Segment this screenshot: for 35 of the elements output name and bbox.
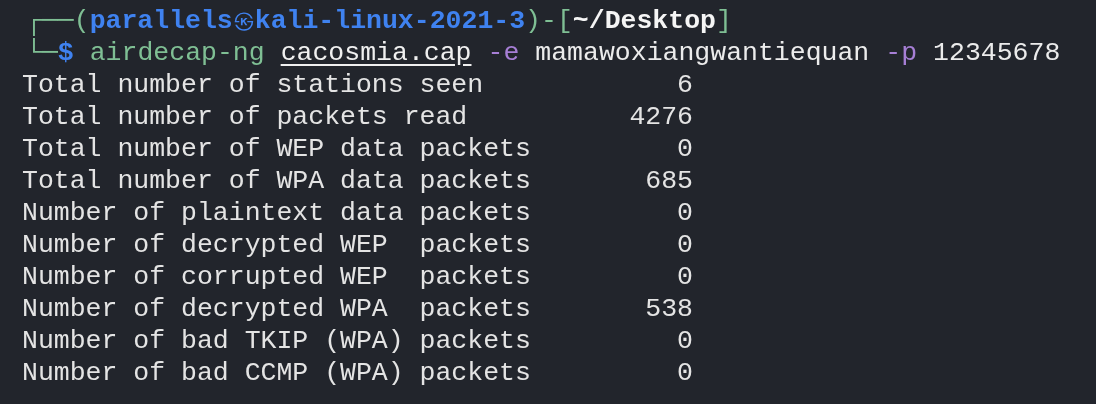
output-value: 0 (676, 261, 693, 293)
output-value: 0 (676, 325, 693, 357)
output-value: 4276 (628, 101, 693, 133)
output-label: Total number of packets read (22, 101, 469, 133)
output-value: 538 (644, 293, 693, 325)
prompt-border: ┌──( (25, 5, 90, 37)
output-value: 6 (676, 69, 693, 101)
output-value: 0 (676, 229, 693, 261)
prompt-path: ~/Desktop (572, 5, 716, 37)
prompt-symbol: $ (57, 37, 74, 69)
output-label: Number of bad TKIP (WPA) packets (22, 325, 532, 357)
output-label: Total number of WPA data packets (22, 165, 532, 197)
prompt-bracket: )-[ (525, 5, 573, 37)
prompt-user: parallels (89, 5, 233, 37)
output-label: Number of corrupted WEP packets (22, 261, 532, 293)
output-value: 685 (644, 165, 693, 197)
command-token: mamawoxiangwantiequan (535, 37, 870, 69)
command-token: -p (885, 37, 918, 69)
output-value: 0 (676, 197, 693, 229)
command-token: cacosmia.cap (280, 37, 472, 69)
output-label: Number of decrypted WEP packets (22, 229, 532, 261)
output-label: Number of decrypted WPA packets (22, 293, 532, 325)
command-token: -e (487, 37, 520, 69)
command-token: 12345678 (933, 37, 1061, 69)
output-label: Total number of WEP data packets (22, 133, 532, 165)
prompt-border: └─ (25, 37, 58, 69)
output-value: 0 (676, 357, 693, 389)
prompt-host: kali-linux-2021-3 (254, 5, 526, 37)
command-token: airdecap-ng (89, 37, 265, 69)
prompt-separator: ㉿ (232, 7, 255, 35)
output-label: Total number of stations seen (22, 69, 485, 101)
output-label: Number of bad CCMP (WPA) packets (22, 357, 532, 389)
output-value: 0 (676, 133, 693, 165)
output-label: Number of plaintext data packets (22, 197, 532, 229)
prompt-bracket: ] (715, 5, 732, 37)
